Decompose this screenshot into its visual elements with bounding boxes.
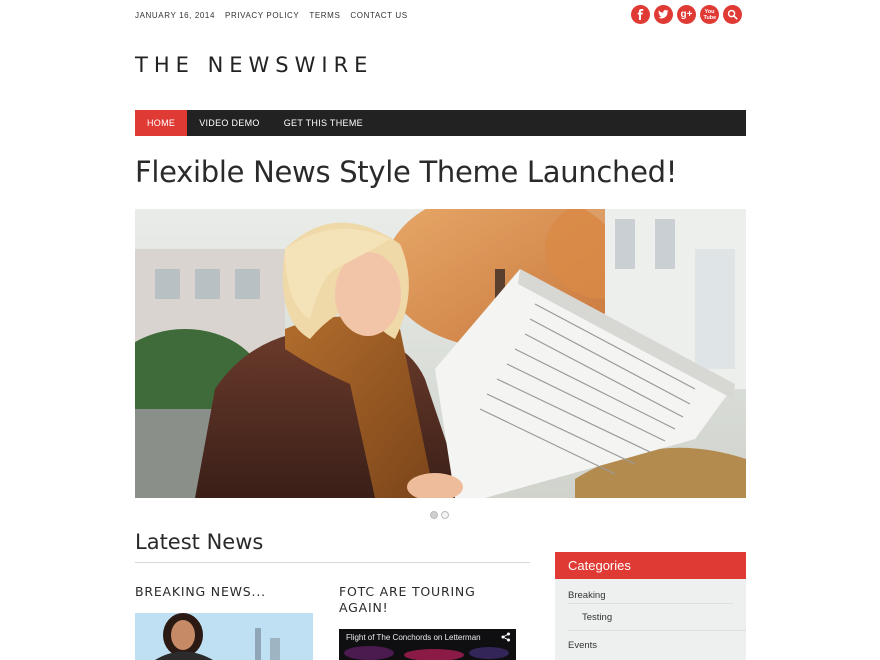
privacy-policy-link[interactable]: PRIVACY POLICY <box>225 10 299 22</box>
youtube-icon[interactable]: You Tube <box>700 5 719 24</box>
video-embed-fotc[interactable]: Flight of The Conchords on Letterman <box>339 629 516 660</box>
search-icon[interactable] <box>723 5 742 24</box>
video-title: Flight of The Conchords on Letterman <box>346 633 481 642</box>
share-icon[interactable] <box>501 632 511 642</box>
hero-slider-image[interactable] <box>135 209 746 498</box>
google-plus-icon[interactable]: g+ <box>677 5 696 24</box>
facebook-icon[interactable] <box>631 5 650 24</box>
latest-news-heading: Latest News <box>135 530 264 554</box>
post-thumbnail-breaking-news[interactable] <box>135 613 313 660</box>
nav-home[interactable]: HOME <box>135 110 188 136</box>
terms-link[interactable]: TERMS <box>309 10 340 22</box>
nav-video-demo[interactable]: VIDEO DEMO <box>187 110 272 136</box>
category-divider <box>568 630 746 631</box>
nav-get-this-theme[interactable]: GET THIS THEME <box>272 110 375 136</box>
category-events[interactable]: Events <box>568 640 597 651</box>
category-breaking[interactable]: Breaking <box>568 590 606 601</box>
youtube-label: You Tube <box>703 8 717 21</box>
top-bar: JANUARY 16, 2014 PRIVACY POLICY TERMS CO… <box>135 10 408 22</box>
main-nav: HOME VIDEO DEMO GET THIS THEME <box>135 110 746 136</box>
category-divider <box>568 603 733 604</box>
post-title-fotc[interactable]: FOTC ARE TOURING AGAIN! <box>339 584 519 616</box>
date-label: JANUARY 16, 2014 <box>135 11 216 20</box>
post-title-breaking-news[interactable]: BREAKING NEWS... <box>135 584 315 600</box>
slider-dot-2[interactable] <box>441 511 449 519</box>
site-title[interactable]: THE NEWSWIRE <box>135 53 373 77</box>
video-preview <box>344 646 509 660</box>
category-testing[interactable]: Testing <box>582 612 612 623</box>
google-plus-label: g+ <box>680 9 693 20</box>
twitter-icon[interactable] <box>654 5 673 24</box>
slider-dot-1[interactable] <box>430 511 438 519</box>
featured-headline[interactable]: Flexible News Style Theme Launched! <box>135 155 677 189</box>
social-icons: g+ You Tube <box>631 5 742 24</box>
latest-news-divider <box>135 562 530 563</box>
categories-heading: Categories <box>555 552 746 579</box>
slider-dots <box>430 511 449 519</box>
contact-us-link[interactable]: CONTACT US <box>350 10 407 22</box>
